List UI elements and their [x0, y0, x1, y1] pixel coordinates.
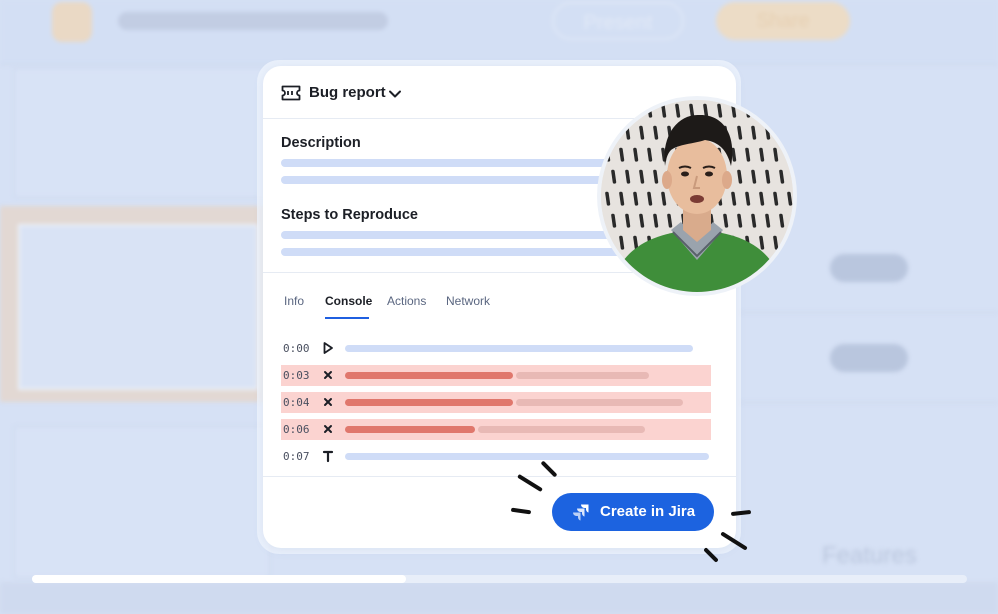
create-in-jira-button[interactable]: Create in Jira: [552, 493, 714, 531]
chevron-down-icon[interactable]: [388, 87, 402, 101]
steps-line: [281, 248, 621, 256]
description-line: [281, 159, 621, 167]
console-timestamp: 0:06: [283, 423, 310, 436]
steps-label: Steps to Reproduce: [281, 207, 418, 223]
console-timestamp: 0:03: [283, 369, 310, 382]
background-title-placeholder: [118, 12, 388, 30]
close-icon: [324, 398, 332, 406]
console-row[interactable]: 0:07: [281, 446, 711, 467]
tab-info[interactable]: Info: [284, 294, 304, 308]
error-bar: [345, 372, 513, 379]
play-icon: [323, 342, 333, 354]
background-logo: [52, 2, 92, 42]
present-button[interactable]: Present: [552, 2, 684, 40]
console-row-error[interactable]: 0:06: [281, 419, 711, 440]
console-bar: [345, 345, 693, 352]
close-icon: [324, 425, 332, 433]
console-timestamp: 0:04: [283, 396, 310, 409]
features-heading: Features: [822, 542, 917, 569]
tab-network[interactable]: Network: [446, 294, 490, 308]
error-bar: [345, 426, 475, 433]
description-label: Description: [281, 135, 361, 151]
ticket-icon: [281, 85, 301, 101]
background-footer: [0, 582, 998, 614]
error-bar: [345, 399, 513, 406]
background-panel: [14, 426, 270, 578]
console-row-error[interactable]: 0:03: [281, 365, 711, 386]
footer-divider: [263, 476, 736, 477]
console-row-error[interactable]: 0:04: [281, 392, 711, 413]
tab-actions[interactable]: Actions: [387, 294, 426, 308]
error-bar-muted: [516, 372, 649, 379]
progress-fill: [32, 575, 406, 583]
background-selected-panel: [0, 206, 268, 402]
console-bar: [345, 453, 709, 460]
console-timestamp: 0:00: [283, 342, 310, 355]
background-topbar: [0, 0, 998, 65]
create-in-jira-label: Create in Jira: [600, 503, 696, 520]
share-button[interactable]: Share: [716, 2, 850, 40]
presenter-photo: [601, 100, 793, 292]
jira-icon: [573, 504, 589, 521]
console-timestamp: 0:07: [283, 450, 310, 463]
error-bar-muted: [516, 399, 683, 406]
error-bar-muted: [478, 426, 645, 433]
card-title: Bug report: [309, 84, 386, 101]
steps-line: [281, 231, 621, 239]
playback-progress-bar[interactable]: [32, 575, 967, 583]
tab-console[interactable]: Console: [325, 294, 372, 308]
close-icon: [324, 371, 332, 379]
background-pill: [830, 344, 908, 372]
active-tab-indicator: [325, 317, 369, 319]
console-row[interactable]: 0:00: [281, 338, 711, 359]
description-line: [281, 176, 621, 184]
background-pill: [830, 254, 908, 282]
text-icon: [322, 450, 334, 463]
presenter-avatar: [597, 96, 797, 296]
background-panel: [14, 68, 270, 198]
background-row: [740, 322, 998, 403]
